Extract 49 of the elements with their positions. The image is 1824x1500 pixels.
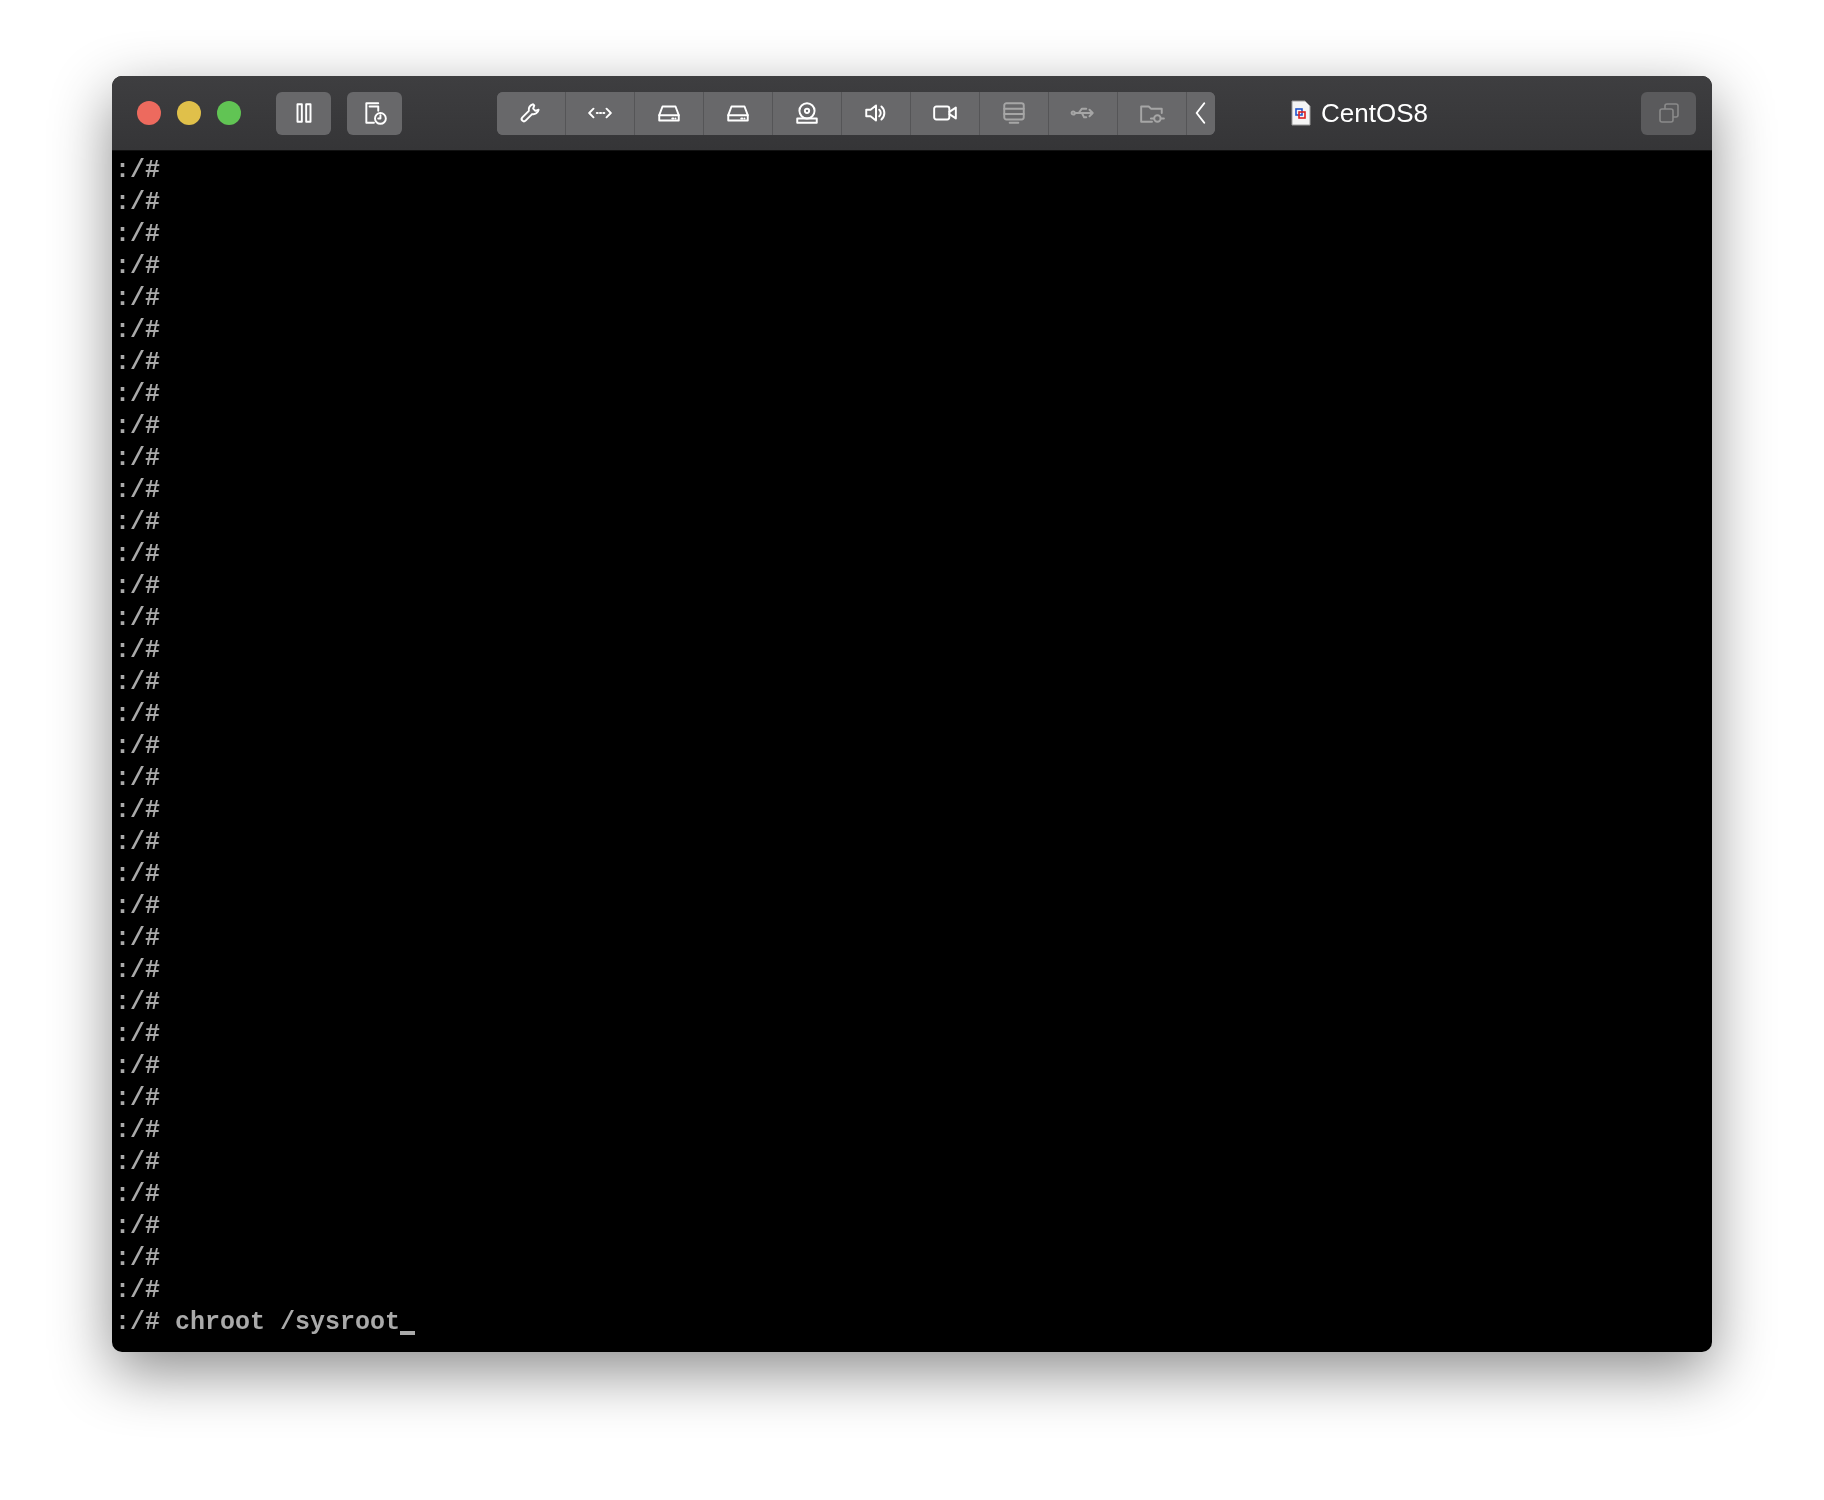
terminal-line: :/# xyxy=(115,155,160,187)
terminal-line: :/# xyxy=(115,219,160,251)
terminal-line: :/# xyxy=(115,1179,160,1211)
zoom-button[interactable] xyxy=(217,101,241,125)
window-mode-button[interactable] xyxy=(1641,91,1696,135)
terminal-line: :/# xyxy=(115,283,160,315)
terminal-line: :/# xyxy=(115,923,160,955)
close-button[interactable] xyxy=(137,101,161,125)
terminal-line: :/# xyxy=(115,635,160,667)
terminal-line: :/# xyxy=(115,763,160,795)
terminal-line: :/# xyxy=(115,987,160,1019)
terminal-line: :/# xyxy=(115,443,160,475)
terminal-line: :/# xyxy=(115,379,160,411)
terminal-line: :/# xyxy=(115,187,160,219)
terminal-line: :/# chroot /sysroot xyxy=(115,1307,401,1339)
terminal-line: :/# xyxy=(115,731,160,763)
terminal-line: :/# xyxy=(115,891,160,923)
terminal-line: :/# xyxy=(115,603,160,635)
terminal-line: :/# xyxy=(115,475,160,507)
device-button[interactable] xyxy=(497,91,566,135)
terminal-line: :/# xyxy=(115,1211,160,1243)
terminal-line: :/# xyxy=(115,315,160,347)
terminal-line: :/# xyxy=(115,667,160,699)
snapshot-button[interactable] xyxy=(347,91,402,135)
terminal-line: :/# xyxy=(115,1051,160,1083)
pause-button[interactable] xyxy=(276,91,331,135)
terminal-line: :/# xyxy=(115,1243,160,1275)
optical-drive-icon xyxy=(794,100,820,126)
terminal-line: :/# xyxy=(115,795,160,827)
terminal-line: :/# xyxy=(115,955,160,987)
terminal-line: :/# xyxy=(115,539,160,571)
terminal-line: :/# xyxy=(115,1019,160,1051)
terminal-line: :/# xyxy=(115,1115,160,1147)
terminal-line: :/# xyxy=(115,411,160,443)
terminal-line: :/# xyxy=(115,827,160,859)
terminal-line: :/# xyxy=(115,347,160,379)
windows-stack-icon xyxy=(1656,101,1681,125)
window-title: CentOS8 xyxy=(1321,97,1428,129)
terminal-line: :/# xyxy=(115,1147,160,1179)
server-icon xyxy=(1001,100,1027,126)
document-icon xyxy=(1291,100,1311,126)
terminal-line: :/# xyxy=(115,1275,160,1307)
terminal-line: :/# xyxy=(115,1083,160,1115)
terminal-line: :/# xyxy=(115,859,160,891)
terminal-line: :/# xyxy=(115,699,160,731)
terminal-line: :/# xyxy=(115,507,160,539)
terminal-line: :/# xyxy=(115,251,160,283)
terminal-line: :/# xyxy=(115,571,160,603)
minimize-button[interactable] xyxy=(177,101,201,125)
